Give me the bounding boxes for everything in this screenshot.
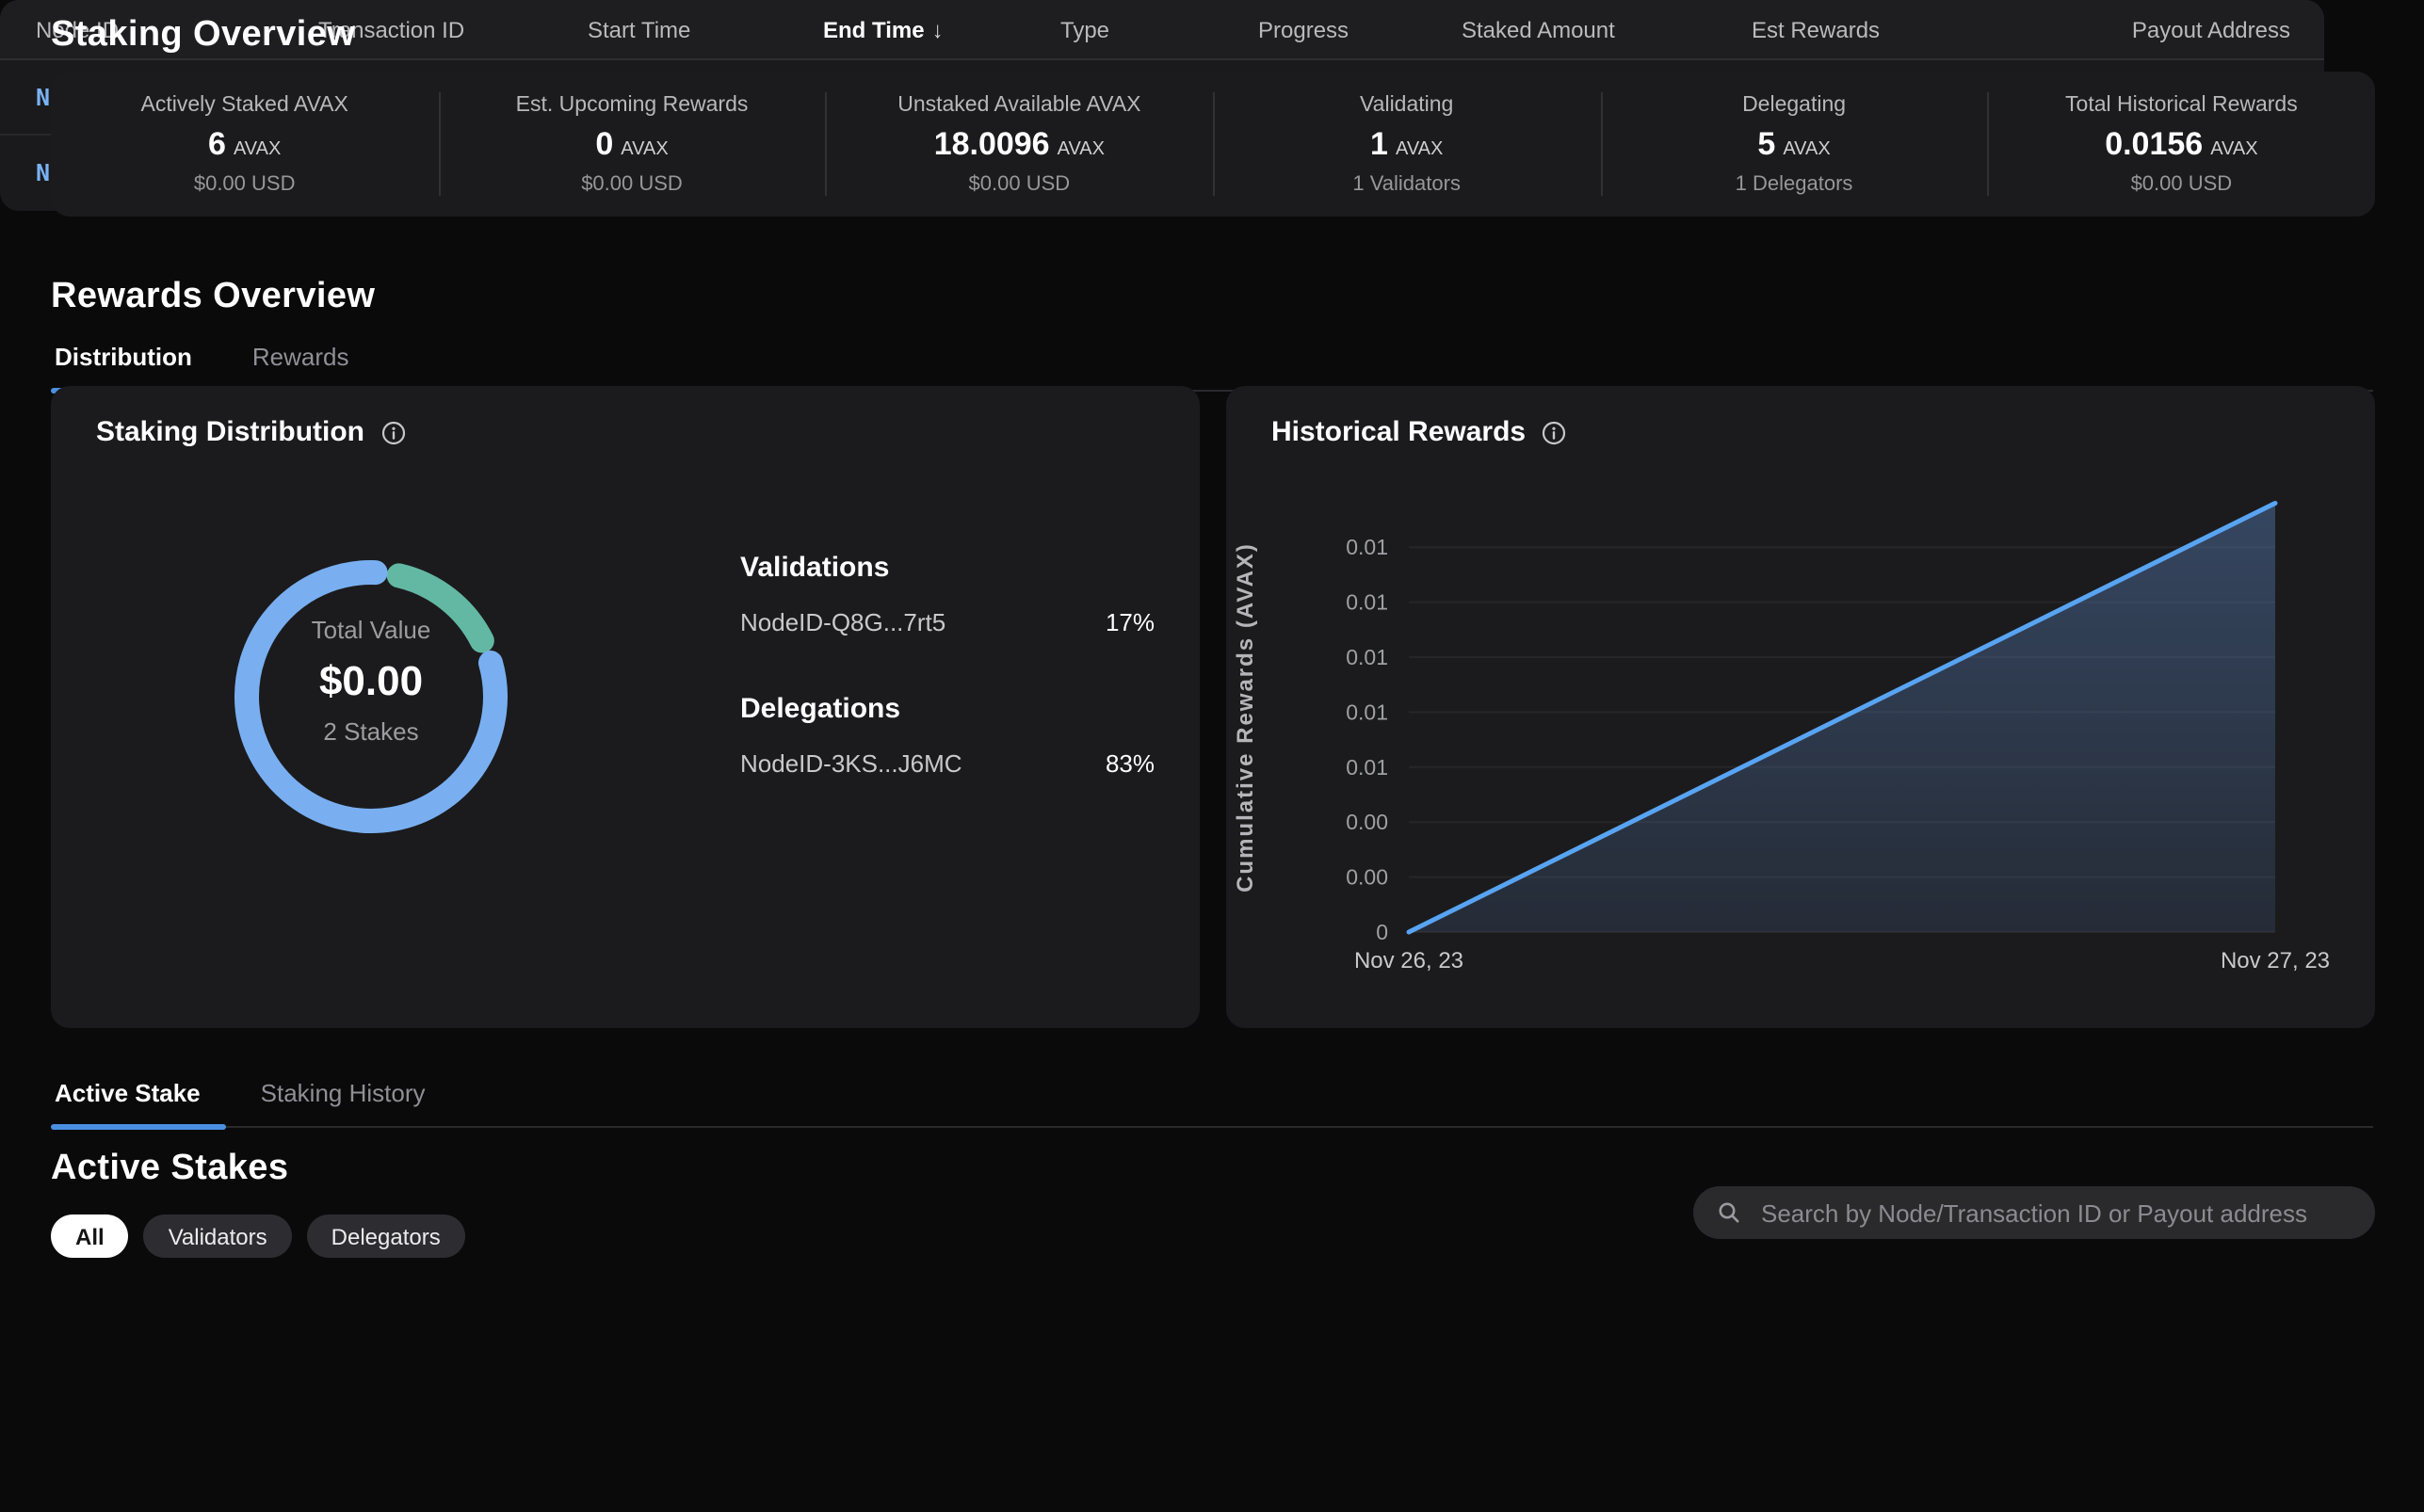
svg-text:0.01: 0.01 bbox=[1346, 645, 1388, 669]
legend-heading: Validations bbox=[740, 552, 1155, 584]
filter-pill-all[interactable]: All bbox=[51, 1214, 129, 1258]
svg-text:Nov 26, 23: Nov 26, 23 bbox=[1354, 948, 1463, 973]
stat-card-unstaked-available-avax: Unstaked Available AVAX 18.0096AVAX $0.0… bbox=[826, 72, 1213, 217]
rewards-overview-title: Rewards Overview bbox=[51, 277, 375, 318]
column-header-payout-address: Payout Address bbox=[2091, 16, 2290, 42]
stakes-search-box bbox=[1693, 1186, 2375, 1239]
donut-center-text: Total Value $0.00 2 Stakes bbox=[202, 616, 541, 746]
legend-percent: 83% bbox=[1106, 749, 1155, 778]
legend-section-delegations: Delegations NodeID-3KS...J6MC 83% bbox=[740, 693, 1155, 778]
stat-value: 0AVAX bbox=[595, 125, 668, 163]
column-header-est-rewards: Est Rewards bbox=[1752, 16, 2091, 42]
stat-sub: 1 Validators bbox=[1352, 172, 1461, 195]
svg-text:Nov 27, 23: Nov 27, 23 bbox=[2221, 948, 2330, 973]
staking-overview-stats-card: Actively Staked AVAX 6AVAX $0.00 USD Est… bbox=[51, 72, 2375, 217]
staking-dashboard: Staking Overview Actively Staked AVAX 6A… bbox=[0, 0, 2424, 1512]
distribution-legend: Validations NodeID-Q8G...7rt5 17% Delega… bbox=[740, 552, 1155, 834]
active-stakes-title: Active Stakes bbox=[51, 1149, 288, 1190]
stake-tabs: Active Stake Staking History bbox=[51, 1070, 2373, 1128]
stat-sub: $0.00 USD bbox=[581, 172, 683, 195]
stat-sub: $0.00 USD bbox=[194, 172, 296, 195]
donut-center-value: $0.00 bbox=[202, 657, 541, 706]
stat-label: Total Historical Rewards bbox=[2065, 93, 2298, 116]
svg-text:0.01: 0.01 bbox=[1346, 700, 1388, 724]
svg-text:0.01: 0.01 bbox=[1346, 535, 1388, 559]
sort-desc-icon: ↓ bbox=[932, 16, 944, 42]
svg-text:0.00: 0.00 bbox=[1346, 810, 1388, 834]
svg-text:Cumulative Rewards (AVAX): Cumulative Rewards (AVAX) bbox=[1233, 542, 1258, 893]
stat-label: Est. Upcoming Rewards bbox=[516, 93, 749, 116]
legend-section-validations: Validations NodeID-Q8G...7rt5 17% bbox=[740, 552, 1155, 636]
search-icon bbox=[1716, 1199, 1742, 1226]
filter-pill-validators[interactable]: Validators bbox=[144, 1214, 292, 1258]
stat-value: 18.0096AVAX bbox=[934, 125, 1105, 163]
stat-value: 6AVAX bbox=[208, 125, 281, 163]
historical-rewards-card: Historical Rewards 00.000.000.010.010.01… bbox=[1226, 386, 2375, 1028]
tab-staking-history[interactable]: Staking History bbox=[257, 1070, 429, 1126]
donut-center-label: Total Value bbox=[202, 616, 541, 644]
stat-card-delegating: Delegating 5AVAX 1 Delegators bbox=[1600, 72, 1987, 217]
svg-text:0: 0 bbox=[1376, 920, 1388, 944]
rewards-overview-tabs: Distribution Rewards bbox=[51, 333, 2373, 392]
stat-card-est-upcoming-rewards: Est. Upcoming Rewards 0AVAX $0.00 USD bbox=[438, 72, 825, 217]
column-header-type: Type bbox=[1060, 16, 1258, 42]
stat-sub: $0.00 USD bbox=[2131, 172, 2233, 195]
stat-value: 5AVAX bbox=[1757, 125, 1830, 163]
stat-label: Actively Staked AVAX bbox=[141, 93, 348, 116]
svg-text:0.01: 0.01 bbox=[1346, 590, 1388, 615]
stat-label: Unstaked Available AVAX bbox=[897, 93, 1140, 116]
stake-filter-pills: All Validators Delegators bbox=[51, 1214, 465, 1258]
stat-label: Delegating bbox=[1742, 93, 1846, 116]
column-header-staked-amount: Staked Amount bbox=[1462, 16, 1752, 42]
stat-label: Validating bbox=[1360, 93, 1453, 116]
legend-heading: Delegations bbox=[740, 693, 1155, 725]
svg-text:0.01: 0.01 bbox=[1346, 755, 1388, 780]
staking-distribution-card: Staking Distribution Total Value $0.00 2… bbox=[51, 386, 1200, 1028]
tab-rewards[interactable]: Rewards bbox=[249, 333, 353, 390]
column-header-end-time[interactable]: End Time↓ bbox=[823, 16, 1060, 42]
stat-value: 0.0156AVAX bbox=[2105, 125, 2257, 163]
column-header-progress: Progress bbox=[1258, 16, 1462, 42]
filter-pill-delegators[interactable]: Delegators bbox=[307, 1214, 465, 1258]
stat-card-validating: Validating 1AVAX 1 Validators bbox=[1213, 72, 1600, 217]
tab-distribution[interactable]: Distribution bbox=[51, 333, 196, 390]
tab-active-stake[interactable]: Active Stake bbox=[51, 1070, 204, 1126]
legend-percent: 17% bbox=[1106, 608, 1155, 636]
column-header-transaction-id: Transaction ID bbox=[318, 16, 588, 42]
legend-node-id: NodeID-Q8G...7rt5 bbox=[740, 608, 945, 636]
page-title: Staking Overview bbox=[51, 15, 355, 56]
cumulative-rewards-chart: 0 0.00 0.00 0.01 0.01 0.01 0.01 0.01 Cumulative … bbox=[1226, 386, 2375, 1028]
legend-node-id: NodeID-3KS...J6MC bbox=[740, 749, 962, 778]
legend-item: NodeID-3KS...J6MC 83% bbox=[740, 749, 1155, 778]
stat-value: 1AVAX bbox=[1370, 125, 1443, 163]
stat-card-total-historical-rewards: Total Historical Rewards 0.0156AVAX $0.0… bbox=[1988, 72, 2375, 217]
svg-text:0.00: 0.00 bbox=[1346, 865, 1388, 890]
donut-center-sub: 2 Stakes bbox=[202, 717, 541, 746]
column-header-start-time: Start Time bbox=[588, 16, 823, 42]
stat-card-actively-staked-avax: Actively Staked AVAX 6AVAX $0.00 USD bbox=[51, 72, 438, 217]
stat-sub: 1 Delegators bbox=[1736, 172, 1853, 195]
search-input[interactable] bbox=[1757, 1197, 2352, 1229]
stat-sub: $0.00 USD bbox=[969, 172, 1071, 195]
legend-item: NodeID-Q8G...7rt5 17% bbox=[740, 608, 1155, 636]
